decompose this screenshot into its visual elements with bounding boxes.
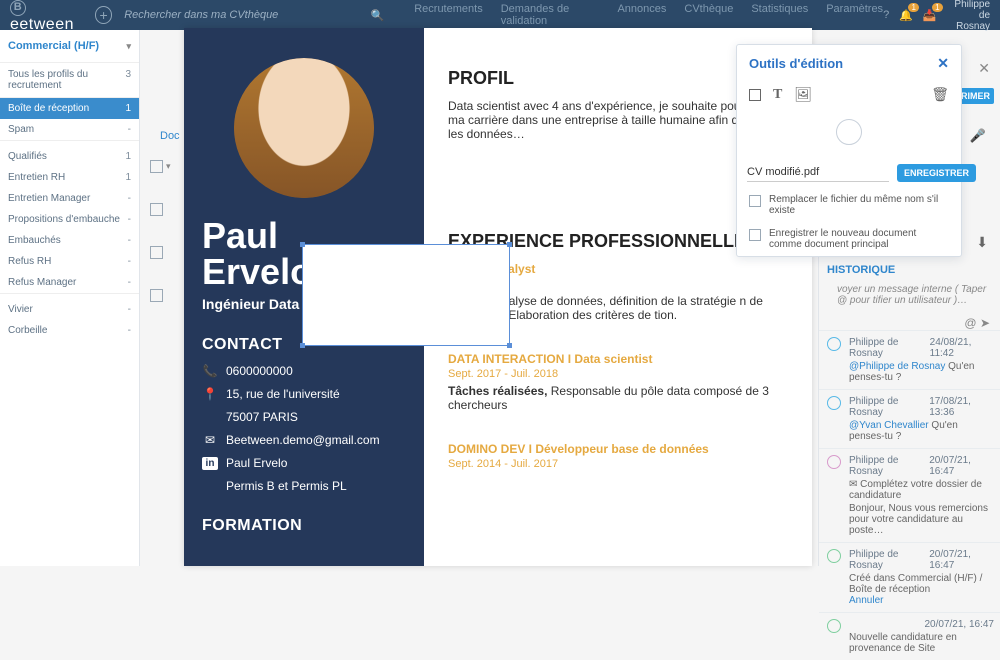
edit-selection-box[interactable] [302,244,510,346]
experience-item: DOMINO DEV I Développeur base de données… [448,442,788,470]
search-input[interactable]: Rechercher dans ma CVthèque 🔍 [124,9,384,22]
help-icon[interactable]: ? [883,9,889,21]
phone-value: 0600000000 [226,364,293,378]
sidebar-all-profiles[interactable]: Tous les profils du recrutement3 [0,63,139,98]
text-tool-icon[interactable]: T [773,87,782,103]
download-icon[interactable]: ⬇ [976,234,988,251]
nav-demandes[interactable]: Demandes de validation [501,3,600,27]
close-panel-icon[interactable]: ✕ [978,60,990,77]
nav-statistiques[interactable]: Statistiques [751,3,808,27]
checkbox[interactable] [150,246,163,259]
edit-tools-panel: Outils d'édition ✕ T 🖼 🗑 ENREGISTRER Rem… [736,44,962,257]
select-tool-icon[interactable] [749,89,761,101]
sidebar-item-vivier[interactable]: Vivier- [0,299,139,320]
nav-cvtheque[interactable]: CVthèque [684,3,733,27]
user-menu[interactable]: Philippe de Rosnay [947,0,990,32]
close-icon[interactable]: ✕ [937,55,949,72]
loading-spinner [836,119,862,145]
experience-item: DATA INTERACTION I Data scientist Sept. … [448,352,788,412]
address-line2: 75007 PARIS [226,410,298,424]
sidebar-item-propositions[interactable]: Propositions d'embauche- [0,209,139,230]
phone-icon: 📞 [202,364,218,378]
nav-annonces[interactable]: Annonces [617,3,666,27]
sidebar-item-embauches[interactable]: Embauchés- [0,230,139,251]
search-icon: 🔍 [371,9,385,22]
sidebar-item-refus-manager[interactable]: Refus Manager- [0,272,139,293]
send-icon[interactable]: ➤ [980,316,990,330]
tools-title: Outils d'édition [749,56,843,71]
main-nav: Recrutements Demandes de validation Anno… [414,3,883,27]
chevron-down-icon: ▾ [126,41,131,52]
trash-icon[interactable]: 🗑 [931,86,949,103]
option-replace[interactable]: Remplacer le fichier du même nom s'il ex… [737,188,961,222]
address-line1: 15, rue de l'université [226,387,340,401]
history-heading: HISTORIQUE [819,258,1000,282]
sidebar-item-entretien-manager[interactable]: Entretien Manager- [0,188,139,209]
nav-parametres[interactable]: Paramètres [826,3,883,27]
save-button[interactable]: ENREGISTRER [897,164,976,182]
sidebar-item-spam[interactable]: Spam- [0,119,139,140]
nav-recrutements[interactable]: Recrutements [414,3,482,27]
history-item[interactable]: Philippe de Rosnay24/08/21, 11:42 @Phili… [819,330,1000,389]
sidebar-item-entretien-rh[interactable]: Entretien RH1 [0,167,139,188]
sidebar-title[interactable]: Commercial (H/F)▾ [0,30,139,63]
history-item[interactable]: Philippe de Rosnay20/07/21, 16:47 Créé d… [819,542,1000,612]
formation-heading: FORMATION [202,517,406,535]
email-value: Beetween.demo@gmail.com [226,433,380,447]
inbox-icon[interactable]: 📥1 [923,9,937,22]
history-compose-hint[interactable]: voyer un message interne ( Taper @ pour … [819,282,1000,316]
mail-icon: ✉ [202,433,218,447]
image-tool-icon[interactable]: 🖼 [794,86,812,103]
chevron-down-icon[interactable]: ▾ [166,161,171,172]
sidebar-item-corbeille[interactable]: Corbeille- [0,320,139,341]
history-item[interactable]: Philippe de Rosnay20/07/21, 16:47 ✉ Comp… [819,448,1000,542]
checkbox[interactable] [150,203,163,216]
history-item[interactable]: Philippe de Rosnay17/08/21, 13:36 @Yvan … [819,389,1000,448]
checkbox[interactable] [749,229,761,241]
location-icon: 📍 [202,387,218,401]
checkbox[interactable] [749,195,761,207]
checkbox[interactable] [150,289,163,302]
app-header: Beetween + Rechercher dans ma CVthèque 🔍… [0,0,1000,30]
left-sidebar: Commercial (H/F)▾ Tous les profils du re… [0,30,140,566]
permis-value: Permis B et Permis PL [226,479,347,493]
add-button[interactable]: + [95,6,112,24]
linkedin-icon: in [202,457,218,470]
bell-icon[interactable]: 🔔1 [899,9,913,22]
brand-logo: Beetween [10,0,87,34]
filename-input[interactable] [747,163,889,182]
cancel-link[interactable]: Annuler [849,595,994,606]
candidate-photo [234,58,374,198]
checkbox[interactable] [150,160,163,173]
sidebar-item-inbox[interactable]: Boîte de réception1 [0,98,139,119]
sidebar-item-refus-rh[interactable]: Refus RH- [0,251,139,272]
history-item[interactable]: 20/07/21, 16:47 Nouvelle candidature en … [819,612,1000,660]
linkedin-value: Paul Ervelo [226,456,287,470]
option-main-doc[interactable]: Enregistrer le nouveau document comme do… [737,222,961,256]
microphone-icon[interactable]: 🎤 [970,128,986,144]
sidebar-item-qualifies[interactable]: Qualifiés1 [0,146,139,167]
